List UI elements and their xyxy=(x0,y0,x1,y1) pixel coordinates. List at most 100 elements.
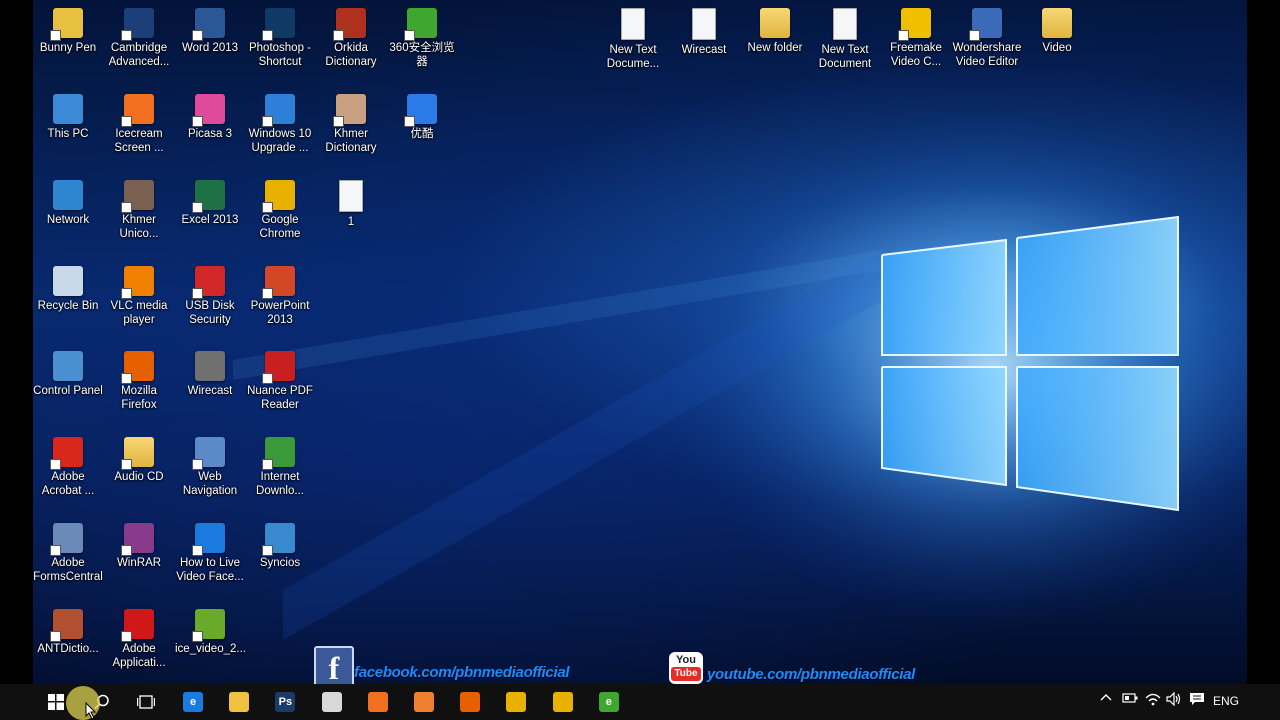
desktop-icon[interactable]: New folder xyxy=(740,3,810,55)
desktop-icon-label: Windows 10 Upgrade ... xyxy=(248,128,312,154)
desktop-icon-label: VLC media player xyxy=(110,300,168,326)
desktop-icon[interactable]: Audio CD xyxy=(104,432,174,484)
shortcut-arrow-icon xyxy=(262,288,273,299)
shortcut-arrow-icon xyxy=(121,202,132,213)
desktop-icon-label: Adobe Applicati... xyxy=(112,643,166,669)
desktop-icon[interactable]: 360安全浏览器 xyxy=(387,3,457,69)
desktop-icon[interactable]: New Text Docume... xyxy=(598,3,668,71)
desktop-icon[interactable]: Recycle Bin xyxy=(33,261,103,313)
desktop-icon[interactable]: 优酷 xyxy=(387,89,457,141)
network-icon xyxy=(53,180,83,210)
taskbar-app-file-explorer[interactable] xyxy=(225,688,253,716)
battery-button[interactable] xyxy=(1122,692,1138,707)
network-button[interactable] xyxy=(1145,692,1161,709)
desktop-icon[interactable]: Picasa 3 xyxy=(175,89,245,141)
desktop-icon[interactable]: Bunny Pen xyxy=(33,3,103,55)
app-icon xyxy=(50,609,83,642)
desktop-icon[interactable]: PowerPoint 2013 xyxy=(245,261,315,327)
shortcut-arrow-icon xyxy=(898,30,909,41)
mouse-cursor-icon xyxy=(85,702,97,720)
keyboard-icon xyxy=(121,180,154,213)
desktop-icon-label: ANTDictio... xyxy=(37,643,99,655)
desktop-icon[interactable]: Khmer Dictionary xyxy=(316,89,386,155)
language-indicator[interactable]: ENG xyxy=(1213,694,1239,708)
desktop-icon[interactable]: Orkida Dictionary xyxy=(316,3,386,69)
desktop-icon[interactable]: Photoshop - Shortcut xyxy=(245,3,315,69)
control-panel-icon xyxy=(53,351,83,381)
desktop-icon[interactable]: VLC media player xyxy=(104,261,174,327)
volume-button[interactable] xyxy=(1166,691,1182,709)
desktop-icon[interactable]: Wondershare Video Editor xyxy=(952,3,1022,69)
folder-icon xyxy=(1042,8,1072,38)
desktop-icon[interactable]: Adobe Acrobat ... xyxy=(33,432,103,498)
desktop-icon-label: New Text Docume... xyxy=(606,44,660,70)
desktop-icon[interactable]: Khmer Unico... xyxy=(104,175,174,241)
desktop-icon[interactable]: Control Panel xyxy=(33,346,103,398)
shortcut-arrow-icon xyxy=(192,459,203,470)
desktop-icon[interactable]: Word 2013 xyxy=(175,3,245,55)
desktop-icon[interactable]: How to Live Video Face... xyxy=(175,518,245,584)
desktop-icon[interactable]: ANTDictio... xyxy=(33,604,103,656)
desktop-icon[interactable]: Nuance PDF Reader xyxy=(245,346,315,412)
app-icon xyxy=(898,8,931,41)
desktop-icon[interactable]: Freemake Video C... xyxy=(881,3,951,69)
desktop-icon[interactable]: Wirecast xyxy=(669,3,739,57)
shortcut-arrow-icon xyxy=(121,288,132,299)
shortcut-arrow-icon xyxy=(262,116,273,127)
desktop-icon-label: Network xyxy=(46,214,90,226)
youtube-logo-tube: Tube xyxy=(671,667,701,681)
shortcut-arrow-icon xyxy=(121,545,132,556)
desktop-icon[interactable]: Google Chrome xyxy=(245,175,315,241)
desktop-icon[interactable]: Mozilla Firefox xyxy=(104,346,174,412)
speaker-icon xyxy=(1166,691,1181,707)
desktop-icon[interactable]: Video xyxy=(1022,3,1092,55)
desktop-icon[interactable]: USB Disk Security xyxy=(175,261,245,327)
shortcut-arrow-icon xyxy=(192,116,203,127)
taskbar-app-store[interactable] xyxy=(318,688,346,716)
desktop-icon[interactable]: 1 xyxy=(316,175,386,229)
desktop-icon[interactable]: Excel 2013 xyxy=(175,175,245,227)
desktop-icon-label: Nuance PDF Reader xyxy=(247,385,313,411)
taskbar-app-chrome[interactable] xyxy=(502,688,530,716)
app-icon xyxy=(969,8,1002,41)
desktop-icon-label: Syncios xyxy=(259,557,301,569)
taskbar-app-photoshop[interactable]: Ps xyxy=(271,688,299,716)
desktop-icon[interactable]: Windows 10 Upgrade ... xyxy=(245,89,315,155)
desktop-icon[interactable]: Icecream Screen ... xyxy=(104,89,174,155)
desktop-icon[interactable]: Cambridge Advanced... xyxy=(104,3,174,69)
taskbar-app-edge[interactable]: e xyxy=(179,688,207,716)
taskbar-app-icecream-recorder[interactable] xyxy=(364,688,392,716)
desktop-icon[interactable]: Adobe FormsCentral xyxy=(33,518,103,584)
left-letterbox xyxy=(0,0,33,684)
desktop-icon[interactable]: WinRAR xyxy=(104,518,174,570)
desktop-icon-label: Picasa 3 xyxy=(187,128,233,140)
shortcut-arrow-icon xyxy=(969,30,980,41)
download-icon xyxy=(262,437,295,470)
action-center-button[interactable] xyxy=(1189,692,1205,709)
desktop-icon[interactable]: New Text Document xyxy=(810,3,880,71)
desktop-icon[interactable]: Syncios xyxy=(245,518,315,570)
desktop-icon[interactable]: Internet Downlo... xyxy=(245,432,315,498)
desktop-icon-label: Web Navigation xyxy=(182,471,238,497)
desktop-icon[interactable]: Adobe Applicati... xyxy=(104,604,174,670)
desktop-icon[interactable]: Wirecast xyxy=(175,346,245,398)
app-icon xyxy=(121,8,154,41)
desktop-icon[interactable]: This PC xyxy=(33,89,103,141)
youtube-logo-icon: You Tube xyxy=(669,652,703,684)
shortcut-arrow-icon xyxy=(121,373,132,384)
desktop-icon[interactable]: Web Navigation xyxy=(175,432,245,498)
taskbar-app-chrome-2[interactable] xyxy=(549,688,577,716)
facebook-url-text: facebook.com/pbnmediaofficial xyxy=(354,664,570,681)
desktop-icon[interactable]: ice_video_2... xyxy=(175,604,246,656)
task-view-button[interactable] xyxy=(132,684,160,720)
desktop-icon[interactable]: Network xyxy=(33,175,103,227)
taskbar-app-icecream-screen[interactable] xyxy=(410,688,438,716)
desktop-icon-label: How to Live Video Face... xyxy=(176,557,244,583)
show-hidden-icons-button[interactable] xyxy=(1100,692,1112,707)
desktop-icon-label: New Text Document xyxy=(818,44,872,70)
taskbar-app-firefox[interactable] xyxy=(456,688,484,716)
task-view-icon xyxy=(137,695,155,709)
shortcut-arrow-icon xyxy=(121,459,132,470)
document-icon xyxy=(833,8,857,40)
taskbar-app-360-browser[interactable]: e xyxy=(595,688,623,716)
